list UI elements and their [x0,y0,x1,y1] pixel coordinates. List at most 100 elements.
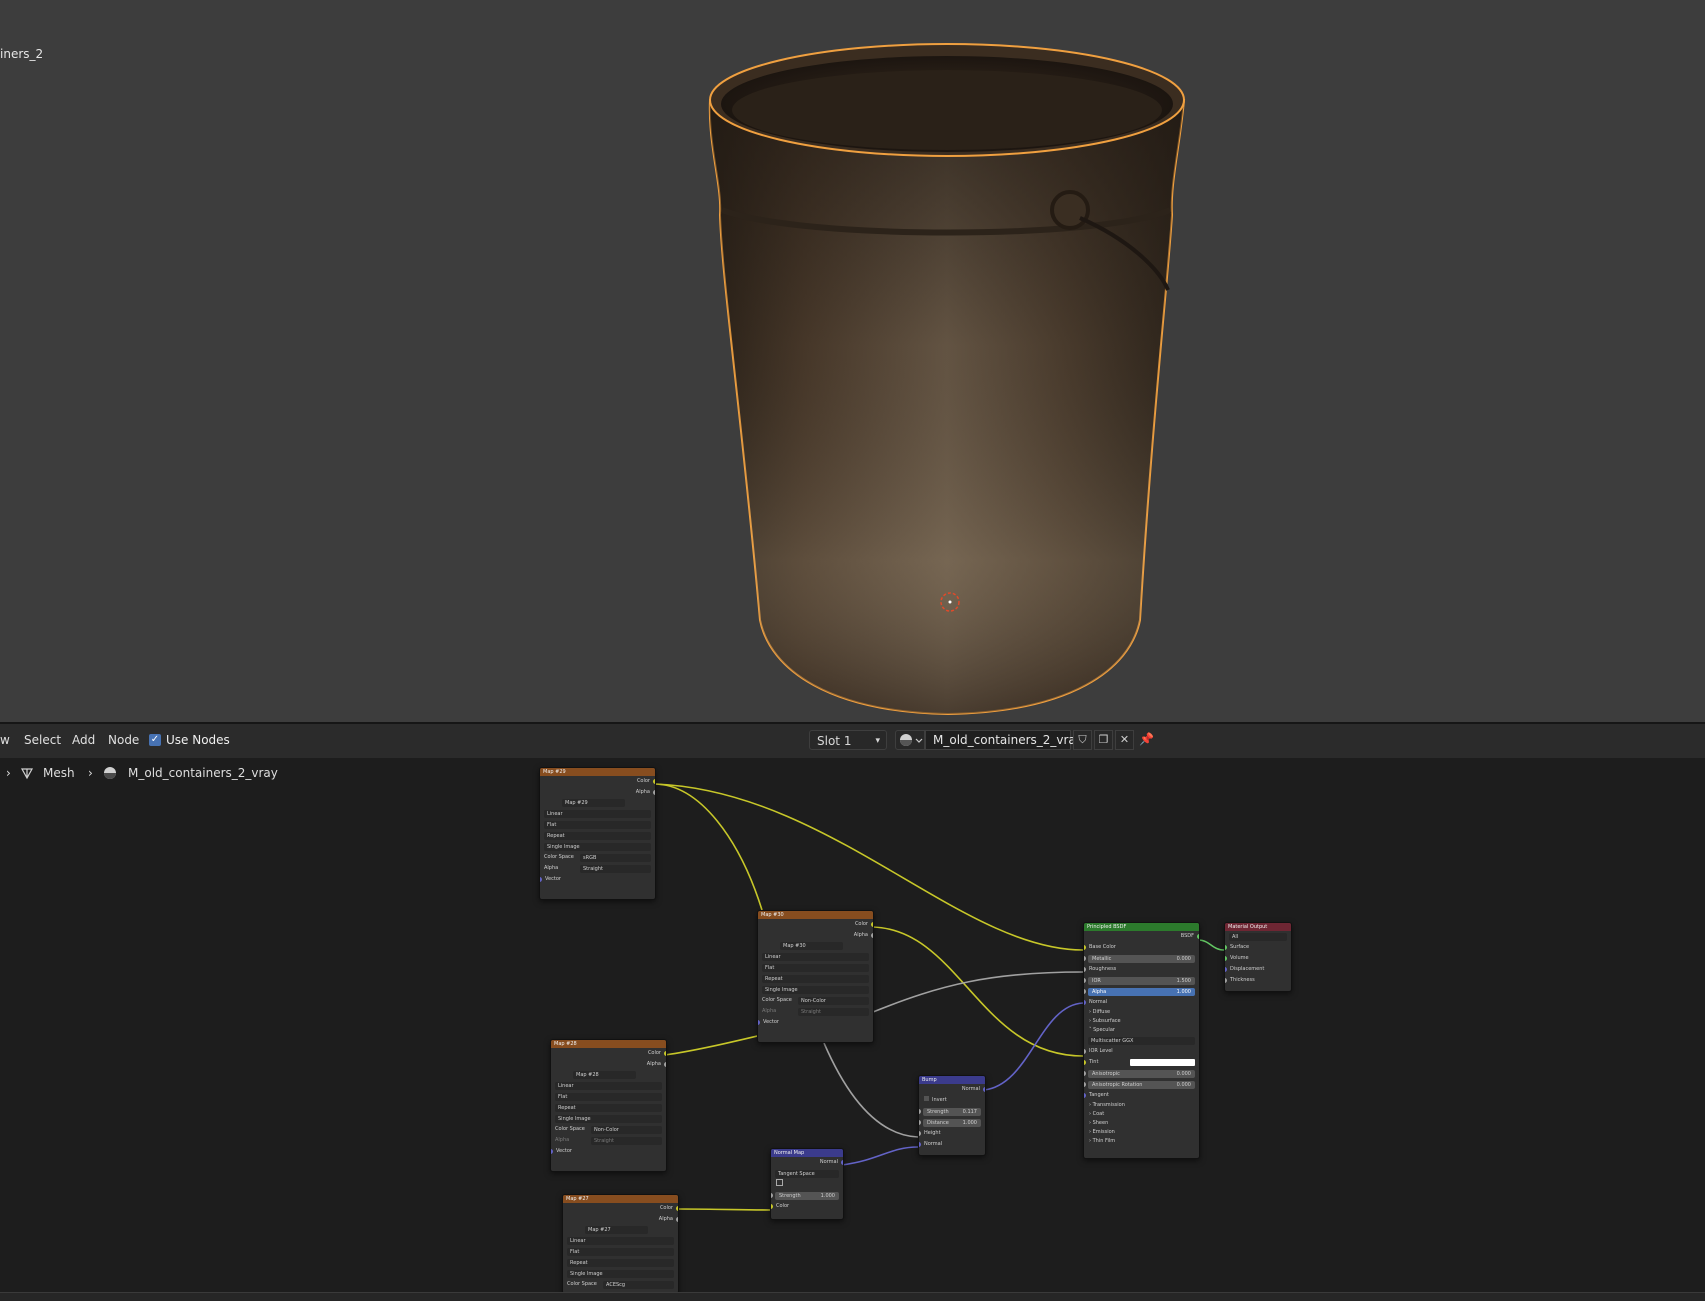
node-normal-map[interactable]: Normal Map Normal Tangent Space Strength… [770,1148,844,1220]
socket-icon[interactable] [540,877,542,882]
node-header[interactable]: Map #30 [758,911,873,919]
panel-diffuse[interactable]: › Diffuse [1084,1008,1199,1017]
node-material-output[interactable]: Material Output All Surface Volume Displ… [1224,922,1292,992]
node-header[interactable]: Map #28 [551,1040,666,1048]
socket-icon[interactable] [919,1131,921,1136]
socket-icon[interactable] [871,933,873,938]
socket-icon[interactable] [676,1217,678,1222]
anisotropic-field[interactable]: Anisotropic 0.000 [1084,1068,1199,1079]
panel-specular[interactable]: ˅ Specular [1084,1026,1199,1035]
socket-icon[interactable] [758,1020,760,1025]
alpha-mode-row[interactable]: Alpha Straight [540,863,655,874]
distribution-select[interactable]: Multiscatter GGX [1084,1035,1199,1046]
color-space-row[interactable]: Color Space Non-Color [758,995,873,1006]
panel-thin-film[interactable]: › Thin Film [1084,1137,1199,1146]
node-bump[interactable]: Bump Normal Invert Strength 0.117 Distanc… [918,1075,986,1156]
panel-emission[interactable]: › Emission [1084,1128,1199,1137]
space-select[interactable]: Tangent Space [771,1168,843,1179]
socket-icon[interactable] [919,1142,921,1147]
socket-icon[interactable] [1225,945,1227,950]
fake-user-button[interactable]: ⛉ [1073,730,1092,750]
socket-icon[interactable] [1084,945,1086,950]
socket-icon[interactable] [771,1193,773,1198]
menu-add[interactable]: Add [72,733,95,747]
socket-icon[interactable] [1225,978,1227,983]
socket-icon[interactable] [1084,1000,1086,1005]
socket-icon[interactable] [676,1206,678,1211]
socket-icon[interactable] [983,1087,985,1092]
socket-icon[interactable] [1084,1082,1086,1087]
source-select[interactable]: Single Image [758,984,873,995]
menu-node[interactable]: Node [108,733,139,747]
tint-field[interactable]: Tint [1084,1057,1199,1068]
panel-sheen[interactable]: › Sheen [1084,1119,1199,1128]
ior-field[interactable]: IOR 1.500 [1084,975,1199,986]
projection-select[interactable]: Flat [563,1246,678,1257]
socket-icon[interactable] [551,1149,553,1154]
socket-icon[interactable] [1225,956,1227,961]
socket-icon[interactable] [841,1160,843,1165]
material-browse-button[interactable] [895,730,925,750]
interpolation-select[interactable]: Linear [551,1080,666,1091]
socket-icon[interactable] [1084,978,1086,983]
node-header[interactable]: Map #27 [563,1195,678,1203]
socket-icon[interactable] [653,790,655,795]
node-map-27[interactable]: Map #27 Color Alpha Map #27 Linear Flat … [562,1194,679,1294]
node-header[interactable]: Principled BSDF [1084,923,1199,931]
socket-icon[interactable] [1084,1071,1086,1076]
target-select[interactable]: All [1225,931,1291,942]
metallic-field[interactable]: Metallic 0.000 [1084,953,1199,964]
color-space-row[interactable]: Color Space sRGB [540,852,655,863]
menu-view[interactable]: w [0,733,10,747]
socket-icon[interactable] [771,1204,773,1209]
socket-icon[interactable] [1084,1060,1086,1065]
socket-icon[interactable] [1084,956,1086,961]
image-field[interactable]: Map #29 [540,797,655,808]
panel-coat[interactable]: › Coat [1084,1110,1199,1119]
node-header[interactable]: Normal Map [771,1149,843,1157]
socket-icon[interactable] [1197,934,1199,939]
node-map-28[interactable]: Map #28 Color Alpha Map #28 Linear Flat … [550,1039,667,1172]
interpolation-select[interactable]: Linear [563,1235,678,1246]
image-field[interactable]: Map #27 [563,1224,678,1235]
color-space-row[interactable]: Color Space ACEScg [563,1279,678,1289]
socket-icon[interactable] [664,1062,666,1067]
node-principled-bsdf[interactable]: Principled BSDF BSDF Base Color Metallic… [1083,922,1200,1159]
uv-map-field[interactable] [771,1179,843,1190]
extension-select[interactable]: Repeat [758,973,873,984]
bucket-model[interactable] [0,0,1705,722]
pin-icon[interactable]: 📌 [1139,732,1154,746]
projection-select[interactable]: Flat [551,1091,666,1102]
node-header[interactable]: Bump [919,1076,985,1084]
socket-icon[interactable] [1084,1049,1086,1054]
source-select[interactable]: Single Image [540,841,655,852]
projection-select[interactable]: Flat [758,962,873,973]
unlink-material-button[interactable]: ✕ [1115,730,1134,750]
image-field[interactable]: Map #30 [758,940,873,951]
strength-field[interactable]: Strength 1.000 [771,1190,843,1201]
duplicate-material-button[interactable]: ❐ [1094,730,1113,750]
material-name-field[interactable]: M_old_containers_2_vray [925,730,1083,750]
node-map-30[interactable]: Map #30 Color Alpha Map #30 Linear Flat … [757,910,874,1043]
panel-transmission[interactable]: › Transmission [1084,1101,1199,1110]
extension-select[interactable]: Repeat [540,830,655,841]
node-header[interactable]: Material Output [1225,923,1291,931]
invert-checkbox[interactable]: Invert [919,1095,985,1106]
extension-select[interactable]: Repeat [551,1102,666,1113]
interpolation-select[interactable]: Linear [758,951,873,962]
menu-select[interactable]: Select [24,733,61,747]
socket-icon[interactable] [919,1109,921,1114]
node-map-29[interactable]: Map #29 Color Alpha Map #29 Linear Flat … [539,767,656,900]
socket-icon[interactable] [871,922,873,927]
slot-select[interactable]: Slot 1 ▾ [809,730,887,750]
socket-icon[interactable] [664,1051,666,1056]
anisotropic-rotation-field[interactable]: Anisotropic Rotation 0.000 [1084,1079,1199,1090]
projection-select[interactable]: Flat [540,819,655,830]
socket-icon[interactable] [1084,989,1086,994]
socket-icon[interactable] [1084,967,1086,972]
source-select[interactable]: Single Image [551,1113,666,1124]
socket-icon[interactable] [919,1120,921,1125]
distance-field[interactable]: Distance 1.000 [919,1117,985,1128]
extension-select[interactable]: Repeat [563,1257,678,1268]
source-select[interactable]: Single Image [563,1268,678,1279]
